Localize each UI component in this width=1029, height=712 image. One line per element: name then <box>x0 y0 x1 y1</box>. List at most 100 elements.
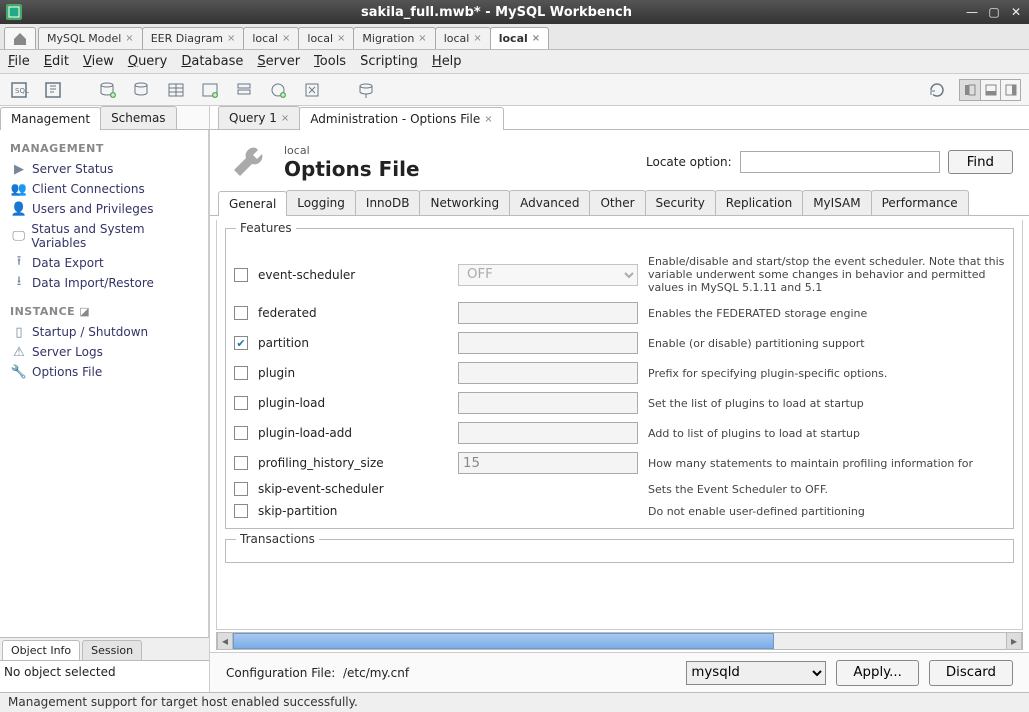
close-icon[interactable]: × <box>473 33 481 44</box>
db-tool3-icon[interactable] <box>232 78 256 102</box>
sidebar-item-server-logs[interactable]: ⚠Server Logs <box>4 342 204 362</box>
apply-button[interactable]: Apply... <box>836 660 918 686</box>
option-value-input[interactable] <box>458 422 638 444</box>
option-checkbox[interactable] <box>234 456 248 470</box>
find-button[interactable]: Find <box>948 150 1013 174</box>
option-value-input[interactable] <box>458 332 638 354</box>
hscrollbar[interactable]: ◂ ▸ <box>216 632 1023 650</box>
close-icon[interactable]: × <box>484 114 492 125</box>
db-tool2-icon[interactable] <box>198 78 222 102</box>
panel-toggle-bottom[interactable] <box>980 80 1000 100</box>
sidebar-item-label: Status and System Variables <box>31 222 196 250</box>
panel-toggle-left[interactable] <box>960 80 980 100</box>
refresh-icon[interactable] <box>925 78 949 102</box>
db-add-icon[interactable] <box>96 78 120 102</box>
sidebar-item-startup-shutdown[interactable]: ▯Startup / Shutdown <box>4 322 204 342</box>
option-checkbox[interactable] <box>234 482 248 496</box>
option-value-input[interactable] <box>458 452 638 474</box>
open-sql-icon[interactable] <box>42 78 66 102</box>
sidebar-item-status-variables[interactable]: 🖵Status and System Variables <box>4 219 204 253</box>
option-value-input[interactable] <box>458 302 638 324</box>
model-tab-label: local <box>252 32 278 45</box>
option-checkbox[interactable] <box>234 426 248 440</box>
subtab-advanced[interactable]: Advanced <box>509 190 590 215</box>
sidebar-item-client-connections[interactable]: 👥Client Connections <box>4 179 204 199</box>
close-icon[interactable]: × <box>281 113 289 124</box>
model-tab-active[interactable]: local× <box>490 27 549 49</box>
discard-button[interactable]: Discard <box>929 660 1013 686</box>
tab-query1[interactable]: Query 1× <box>218 106 300 129</box>
menu-view[interactable]: View <box>83 54 114 69</box>
home-tab[interactable] <box>4 27 36 49</box>
db-connect-icon[interactable] <box>354 78 378 102</box>
option-value-input[interactable] <box>458 392 638 414</box>
sidebar-item-data-import[interactable]: ⭳Data Import/Restore <box>4 273 204 293</box>
sidebar-item-users-privileges[interactable]: 👤Users and Privileges <box>4 199 204 219</box>
option-checkbox[interactable] <box>234 366 248 380</box>
menu-edit[interactable]: Edit <box>44 54 69 69</box>
panel-toggle-right[interactable] <box>1000 80 1020 100</box>
close-window-button[interactable]: ✕ <box>1009 5 1023 19</box>
scroll-thumb[interactable] <box>233 633 774 649</box>
close-icon[interactable]: × <box>418 33 426 44</box>
tab-management[interactable]: Management <box>0 107 101 130</box>
sidebar-item-server-status[interactable]: ▶Server Status <box>4 159 204 179</box>
subtab-networking[interactable]: Networking <box>419 190 510 215</box>
subtab-replication[interactable]: Replication <box>715 190 803 215</box>
locate-option-input[interactable] <box>740 151 940 173</box>
close-icon[interactable]: × <box>125 33 133 44</box>
maximize-button[interactable]: ▢ <box>987 5 1001 19</box>
subtab-other[interactable]: Other <box>589 190 645 215</box>
tab-admin-options-file[interactable]: Administration - Options File× <box>299 107 503 130</box>
option-checkbox[interactable] <box>234 306 248 320</box>
scroll-track[interactable] <box>233 633 1006 649</box>
tab-session[interactable]: Session <box>82 640 142 660</box>
option-value-input[interactable] <box>458 362 638 384</box>
option-checkbox[interactable] <box>234 504 248 518</box>
model-tab[interactable]: MySQL Model× <box>38 27 143 49</box>
options-list[interactable]: Features event-scheduler OFF Enable/disa… <box>217 220 1022 629</box>
new-sql-tab-icon[interactable]: SQL <box>8 78 32 102</box>
subtab-security[interactable]: Security <box>645 190 716 215</box>
model-tab[interactable]: EER Diagram× <box>142 27 245 49</box>
scroll-left-icon[interactable]: ◂ <box>217 633 233 649</box>
menu-server[interactable]: Server <box>257 54 300 69</box>
section-select[interactable]: mysqld <box>686 661 826 685</box>
subtab-innodb[interactable]: InnoDB <box>355 190 421 215</box>
menu-file[interactable]: File <box>8 54 30 69</box>
option-desc: Enable/disable and start/stop the event … <box>648 255 1005 294</box>
menu-database[interactable]: Database <box>181 54 243 69</box>
menu-help[interactable]: Help <box>432 54 462 69</box>
subtab-logging[interactable]: Logging <box>286 190 356 215</box>
option-value-select[interactable]: OFF <box>458 264 638 286</box>
subtab-general[interactable]: General <box>218 191 287 216</box>
menu-query[interactable]: Query <box>128 54 168 69</box>
scroll-right-icon[interactable]: ▸ <box>1006 633 1022 649</box>
db-tool4-icon[interactable] <box>266 78 290 102</box>
close-icon[interactable]: × <box>282 33 290 44</box>
subtab-performance[interactable]: Performance <box>871 190 969 215</box>
model-tab[interactable]: local× <box>298 27 354 49</box>
sidebar-item-data-export[interactable]: ⭱Data Export <box>4 253 204 273</box>
tab-object-info[interactable]: Object Info <box>2 640 80 660</box>
right-panel: Query 1× Administration - Options File× … <box>210 106 1029 692</box>
minimize-button[interactable]: — <box>965 5 979 19</box>
model-tab[interactable]: local× <box>435 27 491 49</box>
option-desc: Do not enable user-defined partitioning <box>648 505 1005 518</box>
close-icon[interactable]: × <box>227 33 235 44</box>
close-icon[interactable]: × <box>532 33 540 44</box>
db-tool-icon[interactable] <box>130 78 154 102</box>
table-tool-icon[interactable] <box>164 78 188 102</box>
option-checkbox[interactable] <box>234 268 248 282</box>
db-tool5-icon[interactable] <box>300 78 324 102</box>
tab-schemas[interactable]: Schemas <box>100 106 177 129</box>
model-tab[interactable]: Migration× <box>353 27 435 49</box>
close-icon[interactable]: × <box>337 33 345 44</box>
menu-scripting[interactable]: Scripting <box>360 54 418 69</box>
option-checkbox[interactable] <box>234 336 248 350</box>
sidebar-item-options-file[interactable]: 🔧Options File <box>4 362 204 382</box>
menu-tools[interactable]: Tools <box>314 54 346 69</box>
option-checkbox[interactable] <box>234 396 248 410</box>
subtab-myisam[interactable]: MyISAM <box>802 190 871 215</box>
model-tab[interactable]: local × <box>243 27 299 49</box>
